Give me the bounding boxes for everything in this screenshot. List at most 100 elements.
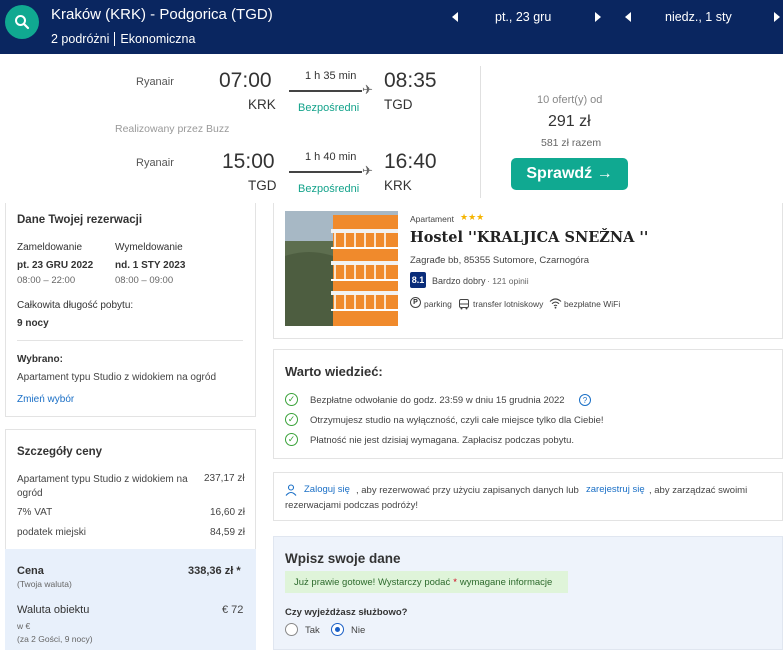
business-no-radio[interactable] <box>331 623 344 636</box>
login-prompt-panel <box>273 472 783 521</box>
passenger-cabin-summary[interactable]: 2 podróżni Ekonomiczna <box>51 32 195 46</box>
outbound-route-line <box>289 90 362 92</box>
search-button[interactable] <box>5 5 39 39</box>
check-icon: ✓ <box>285 433 298 446</box>
inbound-stops: Bezpośredni <box>298 183 360 195</box>
price-item-value: 237,17 zł <box>204 473 245 484</box>
search-summary-bar[interactable]: Kraków (KRK) - Podgorica (TGD) 2 podróżn… <box>0 0 783 54</box>
notice-text: Już prawie gotowe! Wystarczy podać <box>294 576 451 588</box>
stay-length-label: Całkowita długość pobytu: <box>17 300 134 311</box>
depart-date-prev-icon[interactable] <box>452 12 458 22</box>
register-link[interactable]: zarejestruj się <box>586 484 645 495</box>
return-date-next-icon[interactable] <box>774 12 780 22</box>
depart-date-next-icon[interactable] <box>595 12 601 22</box>
outbound-stops: Bezpośredni <box>298 102 360 114</box>
login-text: , aby rezerwować przy użyciu zapisanych … <box>356 485 579 496</box>
login-text-2: , aby zarządzać swoimi <box>649 485 748 496</box>
form-title: Wpisz swoje dane <box>285 551 401 566</box>
inbound-arr-time: 16:40 <box>384 150 437 173</box>
divider <box>17 340 243 341</box>
amenity-wifi: bezpłatne WiFi <box>564 299 621 309</box>
property-currency-sub: w € <box>17 621 31 631</box>
property-currency-label: Waluta obiektu <box>17 604 90 616</box>
check-icon: ✓ <box>285 393 298 406</box>
price-details-title: Szczegóły ceny <box>17 446 103 458</box>
city-tax-label: podatek miejski <box>17 527 86 538</box>
vat-value: 16,60 zł <box>210 507 246 518</box>
free-cancellation-info: Bezpłatne odwołanie do godz. 23:59 w dni… <box>310 395 565 406</box>
review-count: · 121 opinii <box>487 276 529 286</box>
return-date[interactable]: niedz., 1 sty <box>665 10 732 24</box>
info-icon[interactable]: ? <box>579 394 591 406</box>
total-price-label: Cena <box>17 565 44 577</box>
cabin-class: Ekonomiczna <box>120 32 196 46</box>
notice-text-2: wymagane informacje <box>459 576 553 588</box>
property-currency-value: € 72 <box>222 604 244 616</box>
flight-price-total: 581 zł razem <box>541 137 602 149</box>
checkin-hours: 08:00 – 22:00 <box>17 275 76 286</box>
vat-label: 7% VAT <box>17 507 53 518</box>
divider <box>114 32 116 46</box>
outbound-dep-code: KRK <box>248 97 276 112</box>
selected-label: Wybrano: <box>17 354 63 365</box>
total-price-value: 338,36 zł * <box>188 565 241 577</box>
good-to-know-title: Warto wiedzieć: <box>285 364 383 379</box>
bus-icon <box>458 297 470 315</box>
city-tax-value: 84,59 zł <box>210 527 246 538</box>
parking-icon: P <box>410 297 421 308</box>
outbound-duration: 1 h 35 min <box>305 70 357 82</box>
selected-room: Apartament typu Studio z widokiem na ogr… <box>17 372 216 383</box>
plane-icon: ✈ <box>362 163 373 178</box>
outbound-dep-time: 07:00 <box>219 69 272 92</box>
outbound-carrier: Ryanair <box>136 76 174 88</box>
check-icon: ✓ <box>285 413 298 426</box>
login-text-3: rezerwacjami podczas podróży! <box>285 500 419 511</box>
hotel-address: Zagrađe bb, 85355 Sutomore, Czarnogóra <box>410 255 590 266</box>
inbound-route-line <box>289 171 362 173</box>
required-star: * <box>453 576 457 588</box>
user-icon <box>285 483 297 501</box>
offers-count: 10 ofert(y) od <box>537 94 603 106</box>
divider <box>480 66 481 198</box>
passenger-count: 2 podróżni <box>51 32 110 46</box>
inbound-dep-time: 15:00 <box>222 150 275 173</box>
wifi-icon <box>549 296 562 314</box>
return-date-prev-icon[interactable] <box>625 12 631 22</box>
check-button[interactable]: Sprawdź → <box>511 158 628 190</box>
star-rating-icon: ★★★ <box>460 212 485 222</box>
outbound-arr-time: 08:35 <box>384 69 437 92</box>
checkout-date: nd. 1 STY 2023 <box>115 260 186 271</box>
review-score-badge: 8.1 <box>410 272 426 288</box>
route-title[interactable]: Kraków (KRK) - Podgorica (TGD) <box>51 6 273 23</box>
outbound-arr-code: TGD <box>384 97 413 112</box>
checkin-label: Zameldowanie <box>17 242 83 253</box>
business-no-label[interactable]: Nie <box>351 625 365 636</box>
flight-price: 291 zł <box>548 113 591 130</box>
business-yes-label[interactable]: Tak <box>305 625 320 636</box>
property-currency-note: (za 2 Gości, 9 nocy) <box>17 634 93 644</box>
amenity-transfer: transfer lotniskowy <box>473 299 544 309</box>
reservation-title: Dane Twojej rezerwacji <box>17 214 143 226</box>
plane-icon: ✈ <box>362 82 373 97</box>
property-type: Apartament <box>410 214 454 224</box>
amenity-parking: parking <box>424 299 452 309</box>
price-item-label: Apartament typu Studio z widokiem na ogr… <box>17 474 188 499</box>
checkout-label: Wymeldowanie <box>115 242 183 253</box>
stay-length-value: 9 nocy <box>17 318 49 329</box>
operated-by: Realizowany przez Buzz <box>115 123 230 135</box>
depart-date[interactable]: pt., 23 gru <box>495 10 551 24</box>
inbound-arr-code: KRK <box>384 178 412 193</box>
business-yes-radio[interactable] <box>285 623 298 636</box>
total-price-note: (Twoja waluta) <box>17 579 72 589</box>
hotel-name: Hostel ''KRALJICA SNEŽNA '' <box>410 229 649 246</box>
checkin-date: pt. 23 GRU 2022 <box>17 260 94 271</box>
inbound-dep-code: TGD <box>248 178 277 193</box>
inbound-duration: 1 h 40 min <box>305 151 357 163</box>
required-fields-notice: Już prawie gotowe! Wystarczy podać * wym… <box>285 571 568 593</box>
login-link[interactable]: Zaloguj się <box>304 484 350 495</box>
payment-info: Płatność nie jest dzisiaj wymagana. Zapł… <box>310 435 575 446</box>
change-selection-link[interactable]: Zmień wybór <box>17 394 74 405</box>
checkout-hours: 08:00 – 09:00 <box>115 275 174 286</box>
business-trip-question: Czy wyjeżdżasz służbowo? <box>285 607 408 618</box>
exclusive-studio-info: Otrzymujesz studio na wyłączność, czyli … <box>310 415 604 426</box>
